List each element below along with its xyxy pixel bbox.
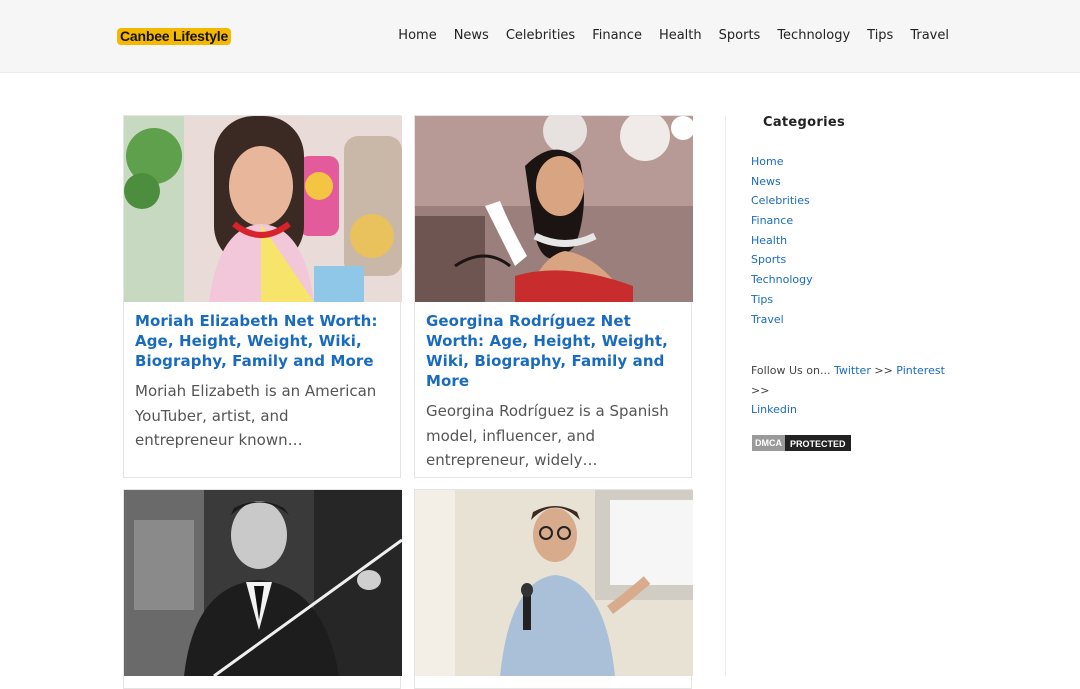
nav-tips[interactable]: Tips bbox=[867, 27, 893, 45]
sidebar-item-finance[interactable]: Finance bbox=[751, 214, 793, 227]
nav-news[interactable]: News bbox=[454, 27, 489, 45]
site-header: Canbee Lifestyle Home News Celebrities F… bbox=[0, 0, 1080, 73]
nav-home[interactable]: Home bbox=[398, 27, 436, 45]
main-nav: Home News Celebrities Finance Health Spo… bbox=[381, 27, 949, 45]
separator: >> bbox=[751, 383, 770, 397]
pinterest-link[interactable]: Pinterest bbox=[896, 364, 945, 377]
post-card: Moriah Elizabeth Net Worth: Age, Height,… bbox=[123, 115, 402, 478]
sidebar-item-news[interactable]: News bbox=[751, 175, 781, 188]
sidebar-categories-list: Home News Celebrities Finance Health Spo… bbox=[751, 150, 813, 327]
post-card bbox=[123, 489, 402, 689]
follow-us-label: Follow Us on... bbox=[751, 364, 831, 377]
separator: >> bbox=[874, 364, 893, 377]
site-logo[interactable]: Canbee Lifestyle bbox=[117, 28, 232, 45]
post-card: Georgina Rodríguez Net Worth: Age, Heigh… bbox=[414, 115, 693, 478]
post-thumbnail-speaker-presentation[interactable] bbox=[415, 490, 693, 676]
post-thumbnail-georgina-rodriguez[interactable] bbox=[415, 116, 693, 302]
sidebar-item-tips[interactable]: Tips bbox=[751, 293, 773, 306]
post-title[interactable]: Moriah Elizabeth Net Worth: Age, Height,… bbox=[135, 311, 389, 371]
sidebar-item-health[interactable]: Health bbox=[751, 234, 787, 247]
nav-travel[interactable]: Travel bbox=[910, 27, 949, 45]
twitter-link[interactable]: Twitter bbox=[834, 364, 871, 377]
sidebar-item-sports[interactable]: Sports bbox=[751, 253, 786, 266]
sidebar-item-home[interactable]: Home bbox=[751, 155, 783, 168]
post-card bbox=[414, 489, 693, 689]
nav-celebrities[interactable]: Celebrities bbox=[506, 27, 575, 45]
post-thumbnail-black-white-portrait[interactable] bbox=[124, 490, 402, 676]
dmca-protected-badge[interactable]: DMCA PROTECTED bbox=[752, 435, 851, 451]
nav-sports[interactable]: Sports bbox=[719, 27, 761, 45]
nav-finance[interactable]: Finance bbox=[592, 27, 642, 45]
nav-technology[interactable]: Technology bbox=[777, 27, 850, 45]
post-excerpt: Moriah Elizabeth is an American YouTuber… bbox=[135, 382, 377, 449]
sidebar-item-celebrities[interactable]: Celebrities bbox=[751, 194, 810, 207]
post-excerpt: Georgina Rodríguez is a Spanish model, i… bbox=[426, 402, 669, 469]
linkedin-link[interactable]: Linkedin bbox=[751, 403, 797, 416]
post-thumbnail-moriah-elizabeth[interactable] bbox=[124, 116, 402, 302]
dmca-badge-right: PROTECTED bbox=[785, 435, 851, 451]
dmca-badge-left: DMCA bbox=[752, 435, 785, 451]
sidebar-categories-title: Categories bbox=[763, 115, 846, 130]
nav-health[interactable]: Health bbox=[659, 27, 702, 45]
post-title[interactable]: Georgina Rodríguez Net Worth: Age, Heigh… bbox=[426, 311, 680, 391]
sidebar-divider bbox=[725, 116, 726, 676]
follow-us: Follow Us on... Twitter >> Pinterest >> … bbox=[751, 361, 961, 420]
sidebar-item-technology[interactable]: Technology bbox=[751, 273, 813, 286]
sidebar-item-travel[interactable]: Travel bbox=[751, 313, 784, 326]
